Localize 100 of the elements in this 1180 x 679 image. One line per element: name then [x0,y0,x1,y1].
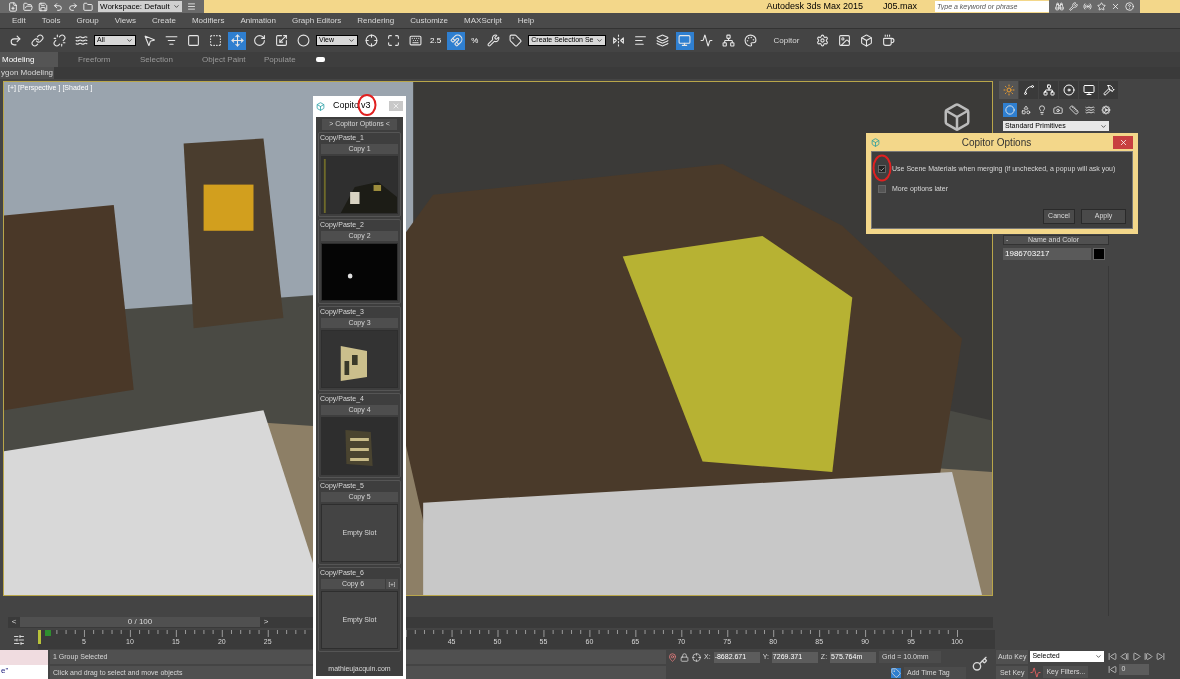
listener-input[interactable] [0,650,48,665]
menu-item[interactable]: MAXScript [464,14,502,27]
crosshair-tool[interactable] [362,31,380,50]
shapes-category[interactable] [1019,103,1033,117]
gear-icon [815,34,829,47]
key-mode-icon[interactable] [1108,665,1118,674]
move-tool[interactable] [228,31,246,50]
time-slider-thumb[interactable]: 0 / 100 [20,617,260,627]
window-title: Autodesk 3ds Max 2015 [766,0,863,13]
hierarchy-tab[interactable] [1039,81,1058,99]
curve-icon [1022,84,1035,96]
play-icon[interactable] [1132,652,1142,661]
chevron-icon [1095,653,1103,660]
previous-key-icon[interactable] [1120,652,1130,661]
ribbon-tab[interactable]: Selection [120,52,182,67]
wrench-icon[interactable] [1069,2,1078,11]
light-icon [1037,105,1047,115]
menu-item[interactable]: Edit [12,14,26,27]
menu-icon[interactable] [187,2,196,11]
waves-icon [74,34,88,47]
go-to-start-icon[interactable] [1108,652,1118,661]
ribbon-tab[interactable]: Modeling [0,52,58,67]
layers-icon [656,34,669,47]
palette-icon [744,34,757,47]
camera-category[interactable] [1051,103,1065,117]
monitor-tab[interactable] [1079,81,1098,99]
align-icon [634,34,647,47]
redo-icon[interactable] [68,1,78,12]
magnet-tool[interactable] [447,31,466,50]
disc-tab[interactable] [1059,81,1078,99]
ribbon-tab[interactable]: Freeform [58,52,120,67]
cog-category[interactable] [1099,103,1113,117]
window-icon [678,34,691,47]
menu-item[interactable]: Modifiers [191,14,225,27]
folder-icon[interactable] [23,1,33,12]
next-key-icon[interactable] [1144,652,1154,661]
key-icon[interactable] [972,656,988,672]
frame-marker[interactable] [38,630,41,644]
help-icon[interactable] [1125,2,1134,11]
chevron-icon [173,3,180,10]
menu-item[interactable]: Animation [240,14,276,27]
cube-icon [859,34,873,47]
close-icon[interactable] [1111,2,1120,11]
ruler-category[interactable] [1067,103,1081,117]
link-icon [30,34,44,47]
hierarchy-tool[interactable] [719,31,738,50]
crosshair-icon [364,34,378,47]
listener-output[interactable]: e" [0,665,48,679]
previous-frame-button[interactable]: < [8,616,20,628]
menu-item[interactable]: Views [114,14,136,27]
menu-item[interactable]: Customize [410,14,449,27]
sphere-tool[interactable] [294,31,312,50]
go-to-end-icon[interactable] [1156,652,1166,661]
folder-icon[interactable] [83,1,93,12]
copitor-button[interactable]: Copitor [763,34,810,47]
undo-icon[interactable] [53,1,63,12]
lock-icon[interactable] [680,652,689,662]
antenna-icon[interactable] [1083,2,1092,11]
ribbon-panel-label[interactable]: ygon Modeling [0,67,55,79]
timeline-config-icon[interactable] [13,633,25,646]
close-icon [1118,137,1128,147]
snap-toggle[interactable]: 2.5 [428,31,444,50]
menu-item[interactable]: Graph Editors [291,14,342,27]
rectangle-icon [186,34,200,47]
maximize-icon [386,34,400,47]
layers-tool[interactable] [653,31,672,50]
menu-item[interactable]: Tools [41,14,61,27]
curve-icon[interactable] [1030,666,1042,678]
color-swatch[interactable] [1093,248,1105,260]
sphere-icon [296,34,310,47]
curve-tab[interactable] [1019,81,1038,99]
move-icon [230,34,244,47]
ribbon-tab[interactable]: Populate [244,52,306,67]
menu-item[interactable]: Rendering [357,14,395,27]
window-tool[interactable] [675,31,694,50]
unlink-tool[interactable] [50,31,68,50]
key-marker [45,630,51,636]
binoculars-icon[interactable] [1055,2,1064,11]
workspace-dropdown[interactable]: Workspace: Default [98,1,182,12]
menu-item[interactable]: Help [517,14,535,27]
new-file-icon[interactable] [8,1,18,12]
ribbon-options-icon[interactable] [316,57,325,62]
chevron-icon [595,37,603,44]
menu-item[interactable]: Group [76,14,99,27]
snap-toggle[interactable]: % [469,31,481,50]
transform-mode-icon[interactable] [692,652,701,662]
hierarchy-icon [1042,84,1055,96]
keyboard-icon [408,34,422,47]
next-frame-button[interactable]: > [260,616,272,628]
link-tool[interactable] [28,31,46,50]
ribbon-tab[interactable]: Object Paint [182,52,244,67]
redo-icon [8,34,22,47]
pin-icon[interactable] [668,652,677,662]
close-button[interactable] [1113,135,1133,149]
hammer-icon [1102,84,1115,96]
name-field[interactable]: 1986703217 [1003,248,1091,260]
menu-item[interactable]: Create [151,14,176,27]
hammer-tab[interactable] [1099,81,1118,99]
save-icon[interactable] [38,1,48,12]
star-icon[interactable] [1097,2,1106,11]
